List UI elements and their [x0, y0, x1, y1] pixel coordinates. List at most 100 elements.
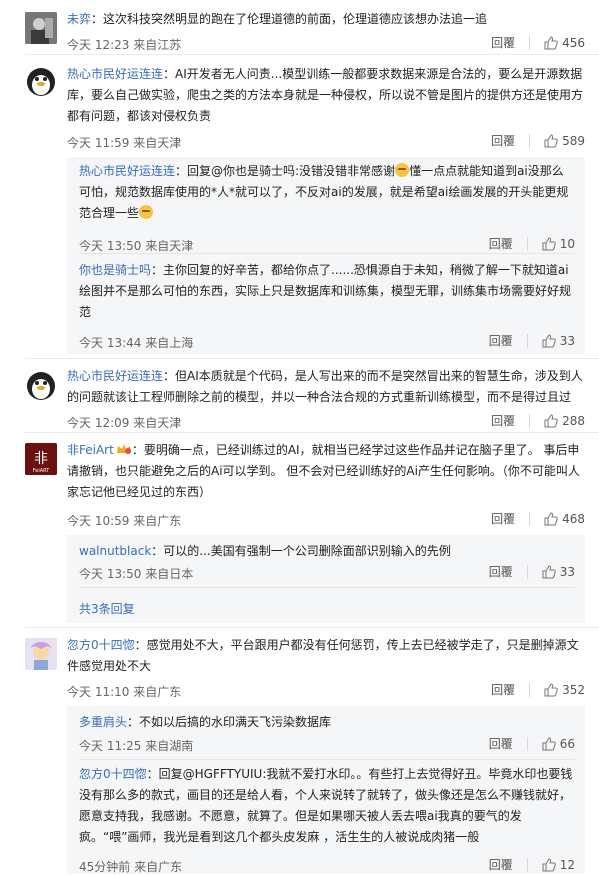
like-count: 288 [562, 413, 585, 428]
reply-item: 热心市民好运连连：回复@你也是骑士吗:没错没错非常感谢 懂一点点就能知道到ai没那… [79, 161, 575, 257]
comment-actions: 回覆 589 [491, 132, 585, 149]
username-link[interactable]: 热心市民好运连连 [67, 369, 163, 383]
svg-text:FeiART: FeiART [33, 468, 51, 474]
thumbs-up-icon [542, 564, 556, 578]
emoji-icon [139, 205, 154, 219]
comment-text: ：要明确一点，已经训练过的AI，就相当已经学过这些作品并记在脑子里了。 事后申请… [67, 443, 580, 499]
comment-meta: 今天 12:23 来自江苏 [67, 38, 182, 52]
reply-text: ：主你回复的好辛苦，都给你点了......恐惧源自于未知，稍微了解一下就知道ai… [79, 263, 572, 319]
thumbs-up-icon [542, 857, 556, 871]
thumbs-up-icon [544, 133, 558, 147]
reply-thread: walnutblack：可以的...美国有强制一个公司删除面部识别输入的先例 今… [67, 535, 585, 623]
reply-button[interactable]: 回覆 [489, 735, 513, 752]
thumbs-up-icon [544, 413, 558, 427]
like-count: 456 [562, 35, 585, 50]
reply-meta: 45分钟前 来自广东 [79, 860, 183, 874]
username-link[interactable]: walnutblack [79, 544, 151, 558]
like-button[interactable]: 589 [544, 134, 585, 148]
username-link[interactable]: 你也是骑士吗 [79, 263, 151, 277]
reply-button[interactable]: 回覆 [491, 510, 515, 527]
reply-button[interactable]: 回覆 [491, 34, 515, 51]
like-button[interactable]: 468 [544, 512, 585, 526]
reply-button[interactable]: 回覆 [489, 856, 513, 873]
thumbs-up-icon [542, 333, 556, 347]
reply-button[interactable]: 回覆 [491, 681, 515, 698]
username-link[interactable]: 非FeiArt [67, 443, 114, 457]
username-link[interactable]: 忽方0十四惚 [79, 767, 147, 781]
more-replies-link[interactable]: 共3条回复 [79, 602, 135, 616]
divider [529, 413, 531, 428]
thumbs-up-icon [544, 682, 558, 696]
divider [25, 627, 599, 628]
divider [526, 857, 528, 872]
reply-text: ：不如以后搞的水印满天飞污染数据库 [127, 715, 332, 729]
username-link[interactable]: 热心市民好运连连 [79, 164, 175, 178]
reply-thread: 热心市民好运连连：回复@你也是骑士吗:没错没错非常感谢 懂一点点就能知道到ai没那… [67, 157, 585, 354]
like-button[interactable]: 10 [542, 237, 575, 251]
emoji-icon [395, 163, 410, 177]
like-count: 352 [562, 682, 585, 697]
reply-button[interactable]: 回覆 [491, 412, 515, 429]
comment-text: ：这次科技突然明显的跑在了伦理道德的前面，伦理道德应该想办法追一追 [91, 12, 488, 26]
like-count: 66 [559, 736, 575, 751]
like-button[interactable]: 12 [542, 858, 575, 872]
like-button[interactable]: 33 [542, 565, 575, 579]
username-link[interactable]: 忽方0十四惚 [67, 638, 135, 652]
comment-actions: 回覆 288 [491, 412, 585, 429]
comment-meta: 今天 11:59 来自天津 [67, 136, 182, 150]
divider [529, 35, 531, 50]
reply-button[interactable]: 回覆 [489, 563, 513, 580]
avatar[interactable] [25, 638, 57, 670]
avatar[interactable] [25, 65, 57, 97]
reply-text: ：可以的...美国有强制一个公司删除面部识别输入的先例 [151, 544, 451, 558]
avatar[interactable]: 非 FeiART [25, 443, 57, 475]
like-button[interactable]: 288 [544, 414, 585, 428]
divider [25, 432, 599, 433]
divider [529, 511, 531, 526]
divider [526, 236, 528, 251]
thumbs-up-icon [542, 736, 556, 750]
divider [25, 358, 599, 359]
like-button[interactable]: 33 [542, 334, 575, 348]
comment-meta: 今天 12:09 来自天津 [67, 416, 182, 430]
thumbs-up-icon [544, 35, 558, 49]
comment-actions: 回覆 456 [491, 34, 585, 51]
reply-meta: 今天 13:44 来自上海 [79, 336, 194, 350]
like-button[interactable]: 66 [542, 737, 575, 751]
comment-actions: 回覆 352 [491, 681, 585, 698]
reply-button[interactable]: 回覆 [489, 332, 513, 349]
vip-badge-icon [116, 444, 131, 454]
reply-meta: 今天 13:50 来自日本 [79, 567, 194, 581]
reply-text: ：回复@HGFFTYUIU:我就不爱打水印。。有些打上去觉得好丑。毕竟水印也要钱… [79, 767, 573, 844]
reply-item: 忽方0十四惚：回复@HGFFTYUIU:我就不爱打水印。。有些打上去觉得好丑。毕… [79, 764, 575, 874]
reply-meta: 今天 11:25 来自湖南 [79, 739, 194, 753]
thumbs-up-icon [542, 236, 556, 250]
like-button[interactable]: 456 [544, 36, 585, 50]
username-link[interactable]: 多重肩头 [79, 715, 127, 729]
divider [529, 133, 531, 148]
reply-item: walnutblack：可以的...美国有强制一个公司删除面部识别输入的先例 今… [79, 541, 575, 591]
username-link[interactable]: 热心市民好运连连 [67, 67, 163, 81]
like-count: 10 [559, 236, 575, 251]
divider [526, 736, 528, 751]
like-button[interactable]: 352 [544, 683, 585, 697]
divider [79, 587, 575, 588]
comment-meta: 今天 10:59 来自广东 [67, 514, 182, 528]
username-link[interactable]: 未弈 [67, 12, 91, 26]
thumbs-up-icon [544, 511, 558, 525]
divider [526, 333, 528, 348]
reply-meta: 今天 13:50 来自天津 [79, 239, 194, 253]
divider [526, 564, 528, 579]
like-count: 12 [559, 857, 575, 872]
avatar[interactable] [25, 369, 57, 401]
like-count: 33 [559, 564, 575, 579]
like-count: 33 [559, 333, 575, 348]
reply-button[interactable]: 回覆 [489, 235, 513, 252]
avatar[interactable] [25, 12, 57, 44]
divider [79, 759, 575, 760]
like-count: 468 [562, 511, 585, 526]
comment-meta: 今天 11:10 来自广东 [67, 685, 182, 699]
reply-button[interactable]: 回覆 [491, 132, 515, 149]
reply-thread: 多重肩头：不如以后搞的水印满天飞污染数据库 今天 11:25 来自湖南 回覆 6… [67, 706, 585, 874]
divider [79, 253, 575, 254]
